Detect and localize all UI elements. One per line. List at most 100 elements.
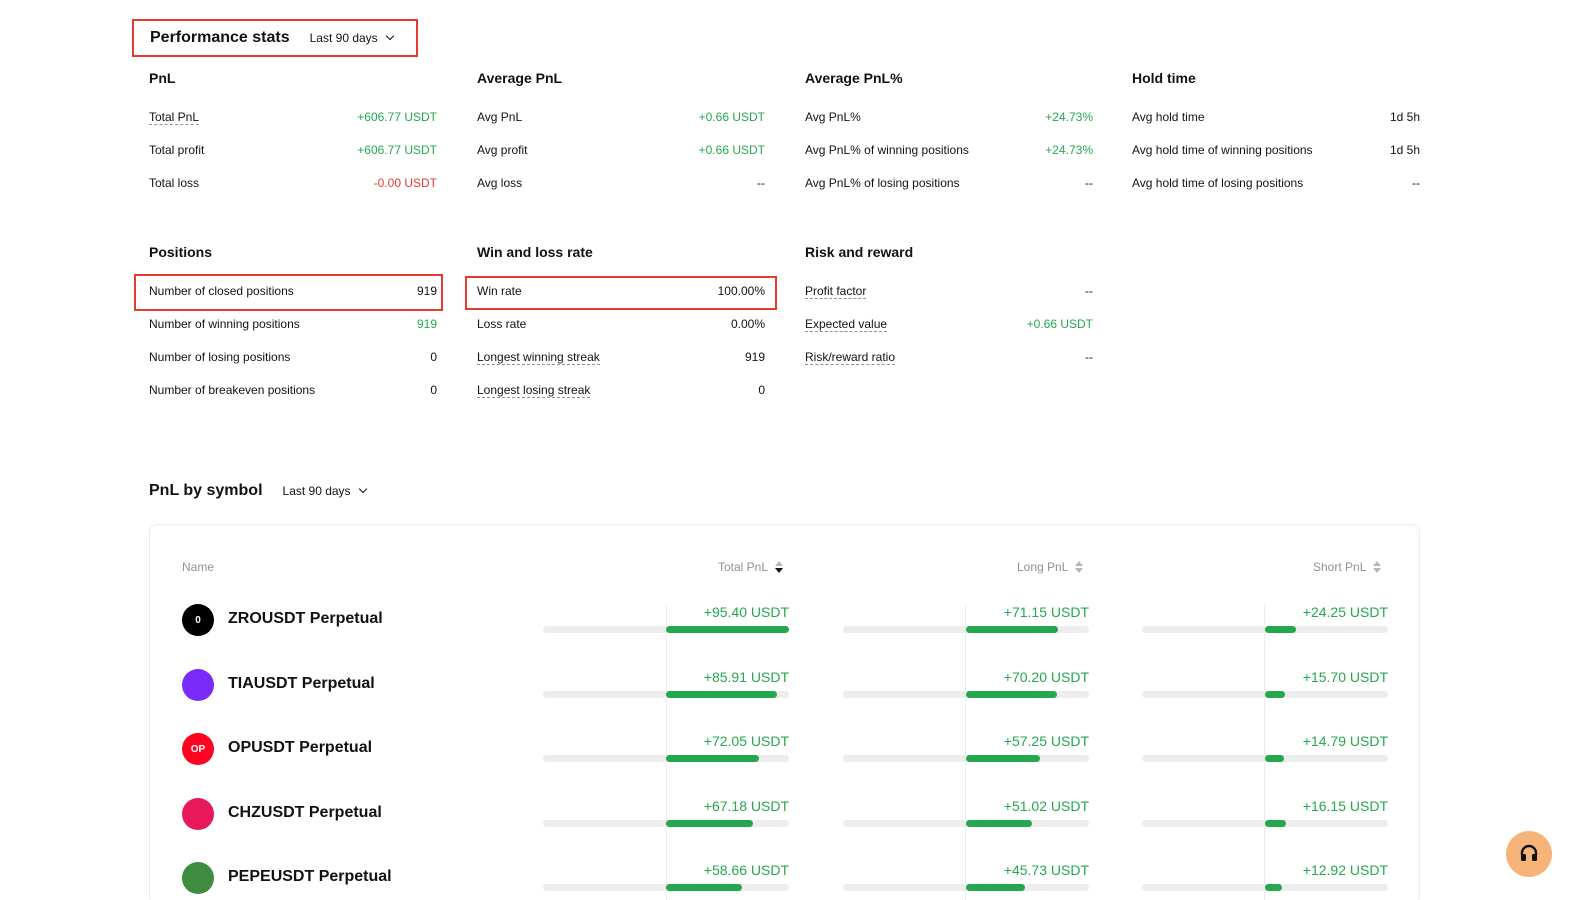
long-pnl-bar-track [843, 819, 1089, 827]
stat-longest-losing-streak: Longest losing streak 0 [477, 380, 765, 400]
stat-label: Number of breakeven positions [149, 383, 316, 397]
stat-value: +606.77 USDT [357, 110, 437, 124]
group-title-average-pnl-pct: Average PnL% [805, 70, 903, 86]
total-pnl-bar-track [543, 626, 789, 633]
stat-label[interactable]: Risk/reward ratio [805, 350, 896, 365]
total-pnl-cell: +85.91 USDT [543, 655, 789, 715]
stat-closed-positions: Number of closed positions 919 [149, 281, 437, 301]
customer-support-button[interactable] [1506, 831, 1552, 877]
long-pnl-bar-fill [966, 626, 1058, 633]
long-pnl-bar-fill [966, 819, 1032, 827]
long-pnl-value: +45.73 USDT [1003, 862, 1089, 878]
table-row[interactable]: OP OPUSDT Perpetual +72.05 USDT +57.25 USDT… [150, 719, 1419, 779]
long-pnl-bar-fill [966, 884, 1025, 891]
group-title-average-pnl: Average PnL [477, 70, 563, 86]
chevron-down-icon [358, 484, 367, 494]
total-pnl-bar-fill [666, 690, 777, 698]
zro-coin-icon: 0 [182, 604, 214, 636]
long-pnl-value: +71.15 USDT [1003, 604, 1089, 620]
performance-range-dropdown[interactable]: Last 90 days [309, 31, 394, 45]
stat-label[interactable]: Profit factor [805, 284, 867, 299]
short-pnl-bar-track [1142, 626, 1388, 633]
stat-value: 0.00% [730, 317, 765, 331]
column-header-short-pnl[interactable]: Short PnL [1313, 560, 1382, 574]
group-title-hold-time: Hold time [1132, 70, 1196, 86]
stat-avg-pnl-pct-losing: Avg PnL% of losing positions -- [805, 173, 1093, 193]
table-row[interactable]: 0 ZROUSDT Perpetual +95.40 USDT +71.15 USDT… [150, 590, 1419, 650]
column-header-name: Name [182, 560, 214, 574]
column-header-label: Total PnL [718, 560, 769, 574]
stat-value: 1d 5h [1389, 110, 1420, 124]
short-pnl-bar-fill [1265, 819, 1286, 827]
headset-icon [1520, 844, 1538, 861]
column-header-label: Long PnL [1017, 560, 1069, 574]
column-header-long-pnl[interactable]: Long PnL [1017, 560, 1084, 574]
short-pnl-bar-fill [1265, 690, 1286, 698]
symbol-name[interactable]: PEPEUSDT Perpetual [228, 868, 392, 886]
stat-value: 0 [430, 350, 437, 364]
stat-label[interactable]: Longest losing streak [477, 383, 591, 398]
stat-label: Total profit [149, 143, 205, 157]
long-pnl-bar-track [843, 626, 1089, 633]
short-pnl-bar-track [1142, 819, 1388, 827]
table-row[interactable]: CHZUSDT Perpetual +67.18 USDT +51.02 USDT +… [150, 784, 1419, 844]
total-pnl-bar-track [543, 884, 789, 891]
long-pnl-cell: +51.02 USDT [843, 784, 1089, 844]
stat-label: Number of closed positions [149, 284, 294, 298]
total-pnl-value: +67.18 USDT [703, 797, 789, 814]
stat-value: +606.77 USDT [357, 143, 437, 157]
pnl-by-symbol-header: PnL by symbol Last 90 days [149, 482, 367, 500]
long-pnl-bar-fill [966, 755, 1040, 762]
long-pnl-cell: +45.73 USDT [843, 848, 1089, 900]
stat-label: Avg hold time of winning positions [1132, 143, 1313, 157]
sort-icon[interactable] [775, 561, 784, 573]
short-pnl-value: +16.15 USDT [1302, 797, 1388, 814]
pepe-coin-icon [182, 862, 214, 894]
symbol-name[interactable]: OPUSDT Perpetual [228, 739, 372, 757]
stat-label[interactable]: Longest winning streak [477, 350, 600, 365]
long-pnl-value: +70.20 USDT [1003, 668, 1089, 685]
stat-avg-pnl-pct-winning: Avg PnL% of winning positions +24.73% [805, 140, 1093, 160]
symbol-range-label: Last 90 days [282, 484, 351, 498]
group-title-win-loss-rate: Win and loss rate [477, 244, 593, 260]
stat-value: -- [1085, 350, 1093, 364]
symbol-range-dropdown[interactable]: Last 90 days [282, 484, 367, 498]
total-pnl-bar-fill [666, 884, 742, 891]
stat-value: -- [1085, 284, 1093, 298]
total-pnl-bar-fill [666, 755, 759, 762]
symbol-name[interactable]: TIAUSDT Perpetual [228, 675, 375, 693]
chz-coin-icon [182, 797, 214, 830]
table-row[interactable]: PEPEUSDT Perpetual +58.66 USDT +45.73 USDT… [150, 848, 1419, 900]
short-pnl-cell: +14.79 USDT [1142, 719, 1388, 779]
stat-label[interactable]: Total PnL [149, 110, 200, 125]
sort-icon[interactable] [1373, 561, 1382, 573]
stat-value: +24.73% [1045, 110, 1093, 124]
symbol-name[interactable]: ZROUSDT Perpetual [228, 610, 383, 628]
stat-avg-hold-time-losing: Avg hold time of losing positions -- [1132, 173, 1420, 193]
pnl-by-symbol-title: PnL by symbol [149, 482, 263, 499]
performance-range-label: Last 90 days [309, 31, 378, 45]
stat-value: -0.00 USDT [373, 176, 437, 190]
symbol-name[interactable]: CHZUSDT Perpetual [228, 804, 382, 822]
stat-label[interactable]: Expected value [805, 317, 888, 332]
stat-total-pnl: Total PnL +606.77 USDT [149, 107, 437, 127]
short-pnl-value: +12.92 USDT [1302, 862, 1388, 878]
chevron-down-icon [385, 31, 394, 41]
sort-icon[interactable] [1075, 561, 1084, 573]
stat-value: 0 [758, 383, 765, 397]
tia-coin-icon [182, 668, 214, 701]
table-row[interactable]: TIAUSDT Perpetual +85.91 USDT +70.20 USDT +… [150, 655, 1419, 715]
total-pnl-cell: +58.66 USDT [543, 848, 789, 900]
stat-value: 919 [416, 317, 437, 331]
column-header-total-pnl[interactable]: Total PnL [718, 560, 784, 574]
total-pnl-value: +85.91 USDT [703, 668, 789, 685]
total-pnl-cell: +67.18 USDT [543, 784, 789, 844]
total-pnl-value: +58.66 USDT [703, 862, 789, 878]
stat-avg-hold-time-winning: Avg hold time of winning positions 1d 5h [1132, 140, 1420, 160]
short-pnl-bar-track [1142, 755, 1388, 762]
stat-label: Loss rate [477, 317, 527, 331]
op-coin-icon: OP [182, 733, 214, 765]
stat-label: Total loss [149, 176, 200, 190]
stat-label: Avg loss [477, 176, 523, 190]
stat-label: Avg PnL [477, 110, 523, 124]
